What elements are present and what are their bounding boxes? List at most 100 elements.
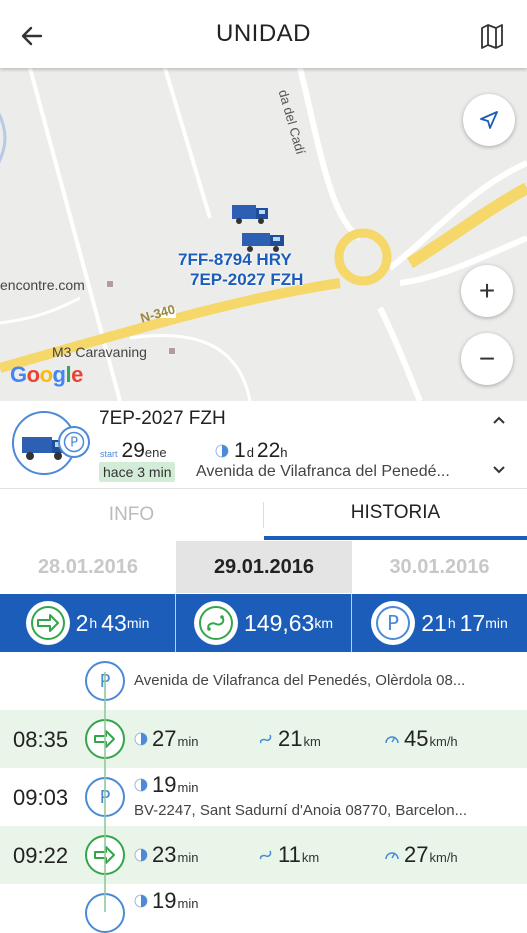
date-next[interactable]: 30.01.2016 — [352, 541, 527, 593]
drive-minutes-unit: min — [126, 615, 150, 631]
speed-value: 45 — [404, 726, 429, 751]
tab-historia[interactable]: HISTORIA — [264, 490, 527, 540]
speed-unit: km/h — [429, 850, 458, 865]
start-date: start 29 ene — [100, 439, 167, 463]
duration-unit: min — [177, 896, 199, 911]
clock-icon — [134, 732, 148, 746]
tab-bar: INFO HISTORIA — [0, 490, 527, 540]
timeline-line — [104, 672, 106, 912]
poi-label: encontre.com — [0, 277, 85, 293]
map-view[interactable]: encontre.com M3 Caravaning da del Cadí N… — [0, 68, 527, 401]
history-timeline[interactable]: P Avenida de Vilafranca del Penedés, Olè… — [0, 652, 527, 933]
speed-value: 27 — [404, 842, 429, 867]
park-hours: 21 — [421, 609, 447, 636]
day-summary: 2 h 43 min 149,63 km P 21 h 17 min — [0, 594, 527, 652]
truck-marker-icon[interactable] — [230, 199, 272, 225]
row-distance: 11 km — [258, 842, 319, 868]
start-month: ene — [144, 445, 167, 460]
row-time: 09:03 — [13, 785, 69, 810]
list-item[interactable]: 09:03 P 19 min BV-2247, Sant Sadurní d'A… — [0, 768, 527, 826]
summary-drive-time: 2 h 43 min — [0, 594, 175, 652]
drive-icon — [25, 601, 70, 645]
route-icon — [193, 601, 238, 645]
last-update-badge: hace 3 min — [99, 462, 176, 482]
duration-value: 19 — [152, 888, 177, 913]
speedometer-icon — [385, 852, 399, 860]
duration-days-unit: d — [246, 445, 254, 460]
distance-unit: km — [301, 850, 320, 865]
parking-badge: P — [58, 426, 90, 458]
drive-hours-unit: h — [89, 615, 98, 631]
truck-label: 7FF-8794 HRY — [178, 250, 292, 269]
duration-value: 27 — [152, 726, 177, 751]
tab-info[interactable]: INFO — [0, 490, 263, 540]
map-button[interactable] — [474, 18, 510, 54]
list-item[interactable]: P Avenida de Vilafranca del Penedés, Olè… — [0, 652, 527, 710]
distance-unit: km — [314, 615, 334, 631]
drive-hours: 2 — [75, 609, 89, 636]
map-icon — [481, 24, 503, 49]
park-minutes: 17 — [459, 609, 486, 636]
summary-park-time: P 21 h 17 min — [351, 594, 527, 652]
duration-hours-unit: h — [280, 445, 288, 460]
list-item[interactable]: 08:35 27 min 21 km 45 km/h — [0, 710, 527, 768]
parked-duration: 1 d 22 h — [215, 439, 288, 463]
page-title: UNIDAD — [215, 20, 311, 47]
list-item[interactable]: 09:22 23 min 11 km 27 km/h — [0, 826, 527, 884]
clock-icon — [134, 848, 148, 862]
stop-address: Avenida de Vilafranca del Penedés, Olèrd… — [134, 672, 466, 689]
duration-hours: 22 — [256, 439, 281, 462]
row-time: 09:22 — [13, 843, 69, 868]
svg-text:P: P — [387, 611, 399, 635]
clock-icon — [215, 444, 229, 458]
google-logo: Google — [10, 362, 83, 387]
distance-unit: km — [303, 734, 321, 749]
park-hours-unit: h — [447, 615, 456, 631]
app-header: UNIDAD — [0, 0, 527, 68]
parking-icon: P — [63, 431, 85, 453]
truck-label: 7EP-2027 FZH — [190, 270, 304, 289]
duration-unit: min — [177, 734, 199, 749]
speed-unit: km/h — [429, 734, 458, 749]
row-speed: 27 km/h — [384, 842, 458, 868]
poi-marker-icon — [167, 346, 177, 356]
start-day: 29 — [121, 439, 145, 462]
duration-value: 23 — [152, 842, 177, 867]
locate-button[interactable] — [463, 94, 515, 146]
summary-distance: 149,63 km — [175, 594, 351, 652]
row-time: 08:35 — [13, 727, 69, 752]
speedometer-icon — [385, 736, 399, 744]
chevron-up-icon[interactable] — [490, 413, 508, 427]
distance-value: 21 — [278, 726, 303, 751]
zoom-in-button[interactable]: + — [461, 265, 513, 317]
clock-icon — [134, 894, 148, 908]
row-speed: 45 km/h — [384, 726, 458, 752]
route-icon — [259, 734, 272, 744]
poi-marker-icon — [105, 279, 115, 289]
distance-value: 149,63 — [243, 609, 315, 636]
list-item[interactable]: 19 min — [0, 884, 527, 933]
date-selector: 28.01.2016 29.01.2016 30.01.2016 — [0, 541, 527, 593]
svg-text:P: P — [70, 436, 78, 451]
duration-unit: min — [177, 780, 199, 795]
chevron-down-icon[interactable] — [490, 463, 508, 477]
row-duration: 19 min — [134, 888, 198, 914]
start-label: start — [100, 449, 118, 459]
clock-icon — [134, 778, 148, 792]
distance-value: 11 — [278, 842, 301, 867]
duration-value: 19 — [152, 772, 177, 797]
drive-minutes: 43 — [101, 609, 127, 636]
stop-address: BV-2247, Sant Sadurní d'Anoia 08770, Bar… — [134, 802, 468, 819]
row-distance: 21 km — [258, 726, 321, 752]
date-current[interactable]: 29.01.2016 — [176, 541, 352, 593]
row-duration: 23 min — [134, 842, 198, 868]
route-icon — [259, 850, 272, 860]
duration-unit: min — [177, 850, 199, 865]
row-duration: 19 min — [134, 772, 198, 798]
vehicle-address: Avenida de Vilafranca del Penedé... — [196, 463, 450, 480]
vehicle-card[interactable]: P 7EP-2027 FZH start 29 ene 1 d 22 h hac… — [0, 401, 527, 489]
zoom-out-button[interactable]: − — [461, 333, 513, 385]
vehicle-name: 7EP-2027 FZH — [99, 408, 226, 429]
park-minutes-unit: min — [485, 615, 508, 631]
date-prev[interactable]: 28.01.2016 — [0, 541, 176, 593]
